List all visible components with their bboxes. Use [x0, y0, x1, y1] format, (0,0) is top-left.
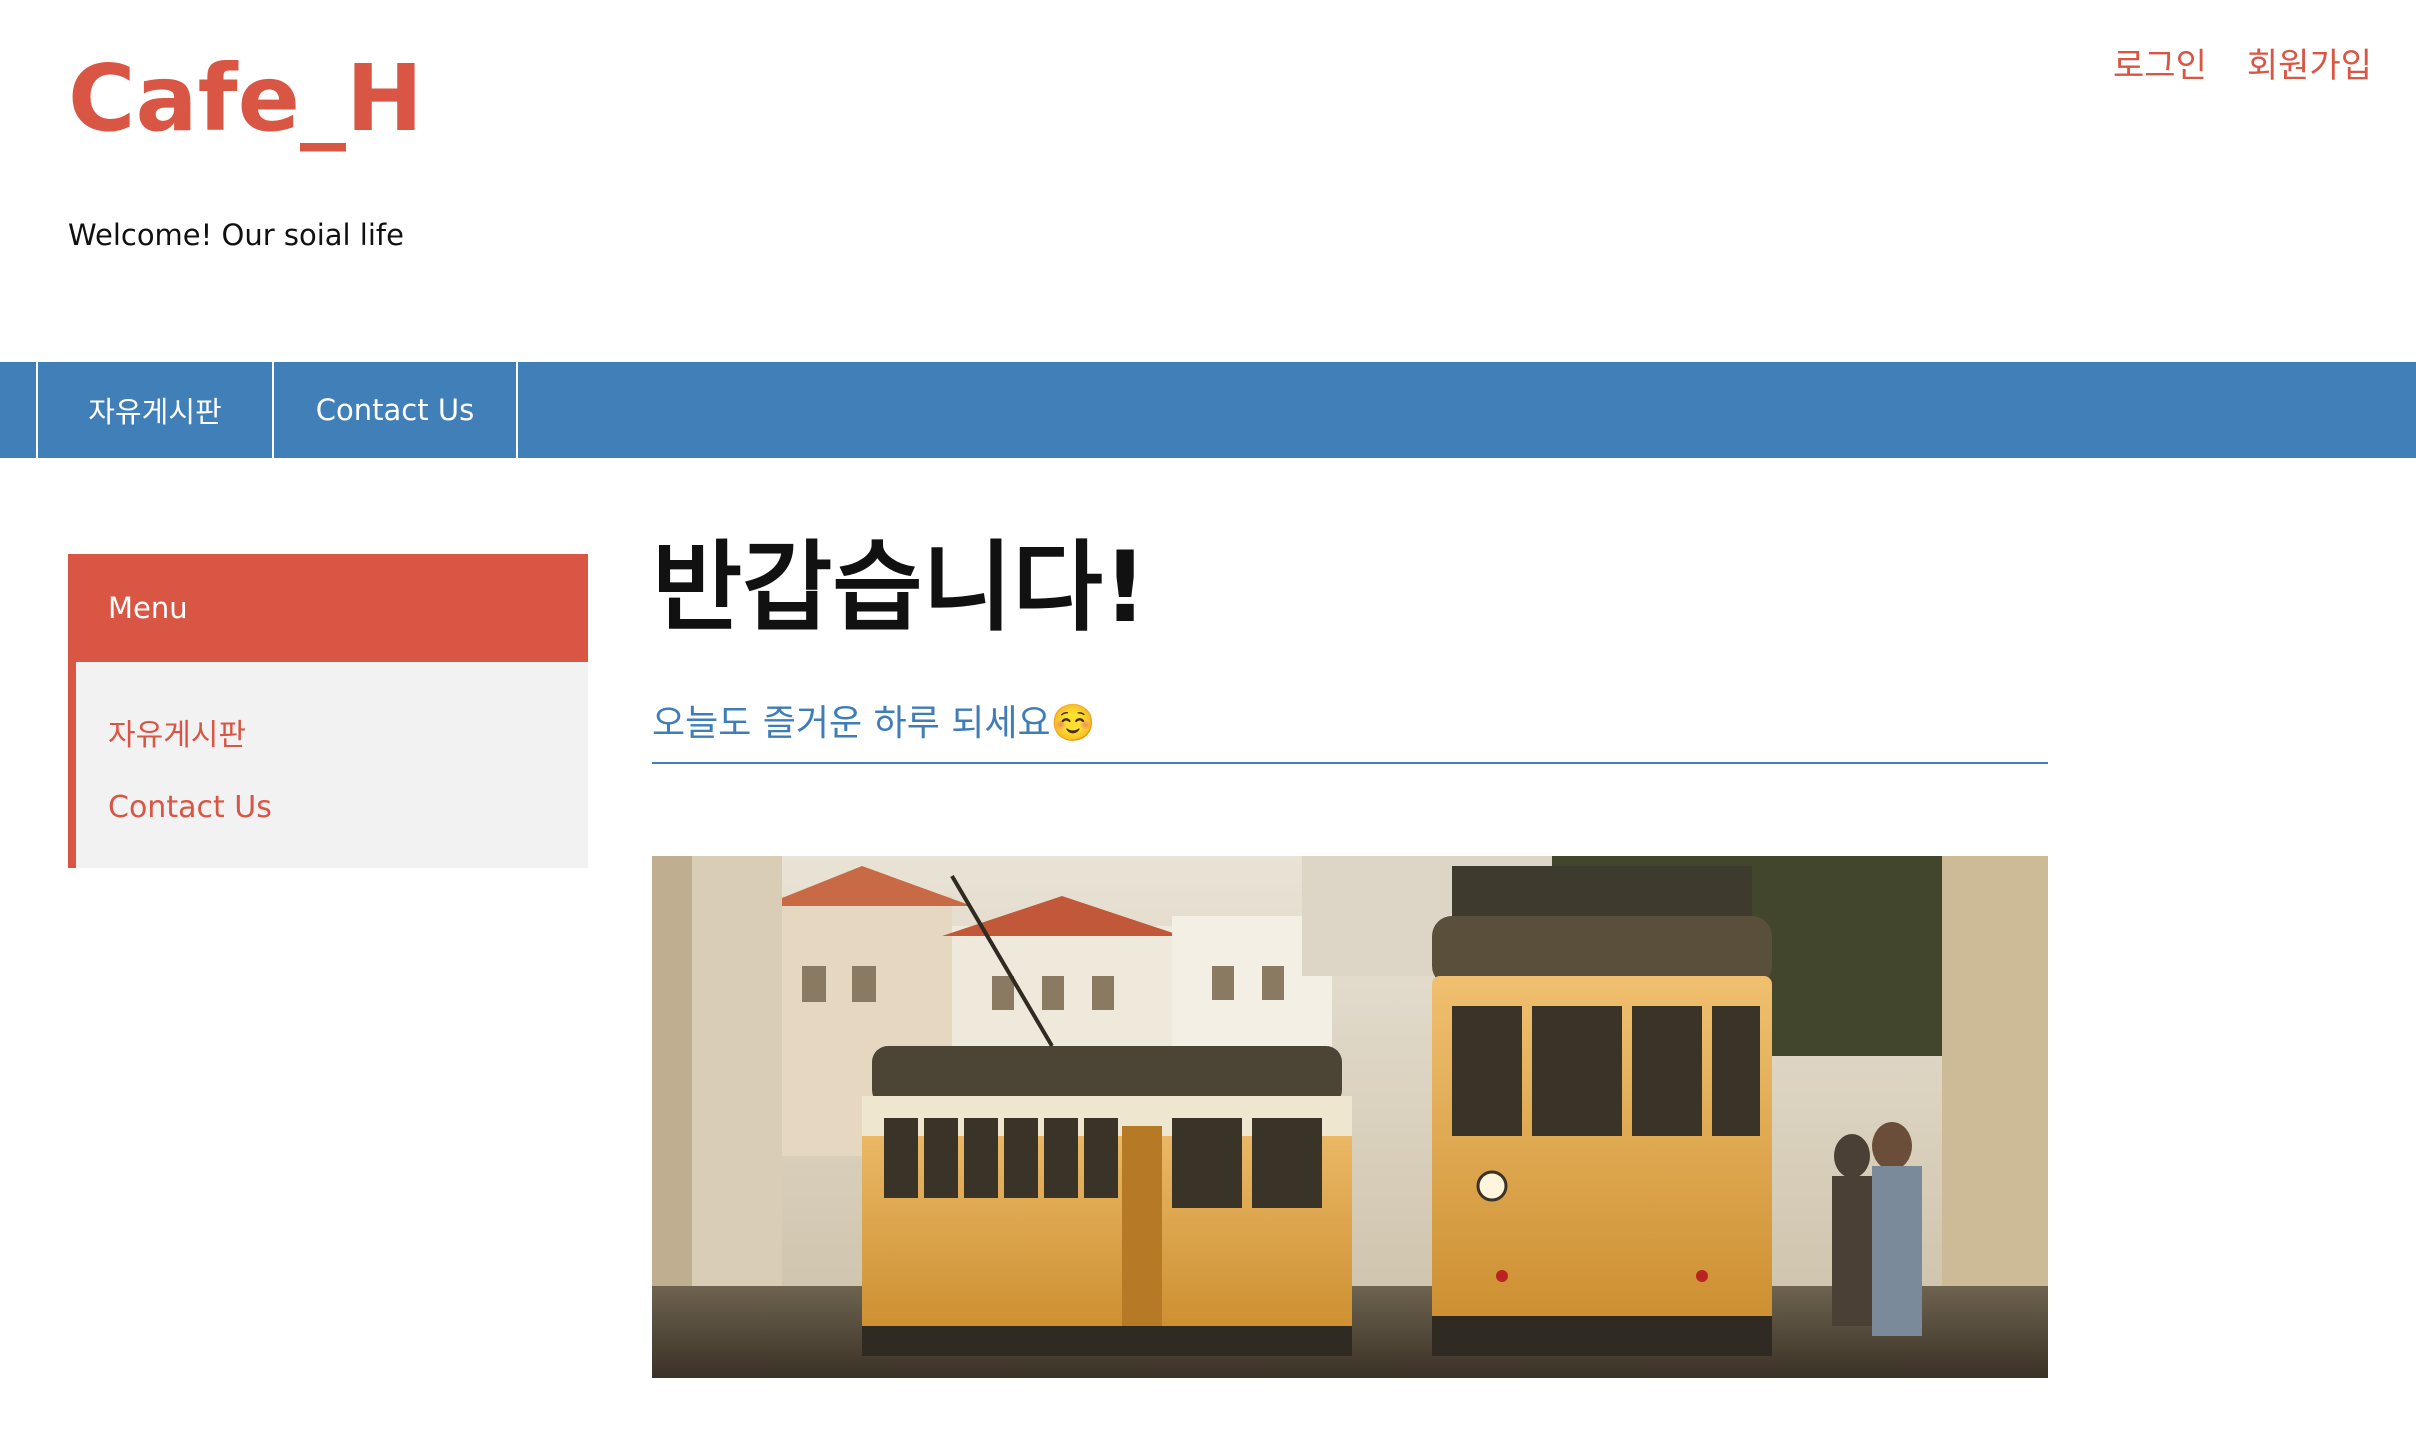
page-subheading: 오늘도 즐거운 하루 되세요☺️ — [652, 694, 2048, 764]
page-heading: 반갑습니다! — [652, 531, 1148, 645]
nav-item-contact[interactable]: Contact Us — [272, 362, 518, 458]
sidebar-item-contact[interactable]: Contact Us — [108, 772, 588, 844]
signup-link[interactable]: 회원가입 — [2247, 38, 2372, 87]
nav-item-board[interactable]: 자유게시판 — [36, 362, 272, 458]
sidebar: Menu 자유게시판 Contact Us — [68, 554, 588, 868]
top-navbar: 자유게시판 Contact Us — [0, 362, 2416, 458]
sidebar-item-board[interactable]: 자유게시판 — [108, 700, 588, 772]
site-tagline: Welcome! Our soial life — [68, 218, 404, 252]
sidebar-menu: 자유게시판 Contact Us — [68, 662, 588, 868]
main-content: 반갑습니다! 오늘도 즐거운 하루 되세요☺️ — [652, 530, 2048, 1378]
auth-links: 로그인 회원가입 — [2113, 38, 2372, 87]
site-title[interactable]: Cafe_H — [68, 48, 423, 149]
login-link[interactable]: 로그인 — [2113, 38, 2207, 87]
site-header: Cafe_H Welcome! Our soial life 로그인 회원가입 — [0, 0, 2416, 362]
sidebar-title: Menu — [68, 554, 588, 662]
tram-photo — [652, 856, 2048, 1378]
